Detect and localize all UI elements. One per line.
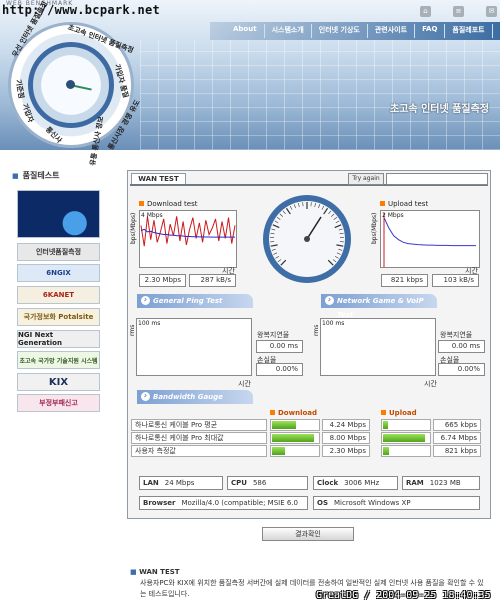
nav-about[interactable]: About [226,24,265,38]
download-bar-value: 8.00 Mbps [322,432,370,444]
earth-banner-image[interactable] [17,190,100,238]
nav-related-sites[interactable]: 관련사이트 [368,24,416,38]
upload-ylabel: bps(Mbps) [371,212,378,244]
sidebar-item-6ngix[interactable]: 6NGIX [17,264,100,282]
upload-series-line [383,217,476,247]
upload-bar-track [381,419,431,431]
download-bar-track [270,445,320,457]
game-top-tick: 100 ms [322,320,345,327]
download-mbps-field: 2.30 Mbps [139,274,186,287]
info-browser: Browser Mozilla/4.0 (compatible; MSIE 6.0 [139,496,308,510]
download-bar-value: 4.24 Mbps [322,419,370,431]
game-xlabel: 시간 [424,380,437,388]
user-timestamp-stamp: GreatDG / 2004-09-25 18:40:35 [316,590,491,601]
bandwidth-row-label: 사용자 측정값 [131,445,267,457]
upload-bar-fill [383,447,389,455]
game-section-header: Network Game & VoIP Test [321,294,437,319]
top-nav: About 시스템소개 인터넷 기상도 관련사이트 FAQ 품질레포트 [226,24,493,38]
upload-title: Upload test [380,200,428,208]
download-top-tick: 4 Mbps [141,212,163,219]
sidebar-title: 품질테스트 [12,170,60,181]
upload-top-tick: 2 Mbps [382,212,404,219]
bandwidth-section-header: Bandwidth Gauge [137,390,253,404]
mail-icon[interactable]: ✉ [486,6,497,17]
download-kbs-field: 287 kB/s [189,274,236,287]
ping-top-tick: 100 ms [138,320,161,327]
status-field [386,173,488,185]
ping-rtt-label: 왕복지연율 [257,331,290,339]
game-loss-field: 0.00% [438,363,485,376]
upload-bar-track [381,445,431,457]
upload-bar-fill [383,434,426,442]
ping-loss-field: 0.00% [256,363,303,376]
download-bar-value: 2.30 Mbps [322,445,370,457]
upload-kbps-field: 821 kbps [381,274,428,287]
game-rtt-field: 0.00 ms [438,340,485,353]
info-clock: Clock 3006 MHz [313,476,398,490]
download-ylabel: bps(Mbps) [130,212,137,244]
sidebar-item-kix-support[interactable]: 초고속 국가망 기술지원 시스템 [17,351,100,369]
bandwidth-download-label: Download [270,409,317,417]
ping-rtt-field: 0.00 ms [256,340,303,353]
header-grid-graphic [140,40,500,150]
ping-xlabel: 시간 [238,380,251,388]
watermark-url: http://www.bcpark.net [2,3,161,17]
home-icon[interactable]: ⌂ [420,6,431,17]
footer-bullet-icon: ■ [130,568,140,576]
result-check-button[interactable]: 결과확인 [262,527,354,541]
gauge-hub [304,236,310,242]
bandwidth-row-label: 하나로통신 케이블 Pro 평균 [131,419,267,431]
bandwidth-row-label: 하나로통신 케이블 Pro 최대값 [131,432,267,444]
info-ram: RAM 1023 MB [402,476,480,490]
download-bar-fill [272,434,315,442]
nav-system-intro[interactable]: 시스템소개 [265,24,312,38]
game-rtt-label: 왕복지연율 [440,331,473,339]
sidebar-item-kix[interactable]: KIX [17,373,100,391]
try-again-button[interactable]: Try again [348,173,384,185]
top-icons: ⌂ ≡ ✉ [420,6,497,17]
download-series-line [140,216,236,247]
sidebar-item-6kanet[interactable]: 6KANET [17,286,100,304]
download-title: Download test [139,200,197,208]
footer-title: ■ WAN TEST [130,568,180,576]
download-bar-fill [272,421,297,429]
dial-hub [66,80,75,89]
info-cpu: CPU 586 [227,476,308,490]
upload-kbs-field: 103 kB/s [432,274,479,287]
sidebar-item-ngi[interactable]: NGI Next Generation [17,330,100,348]
download-bar-track [270,432,320,444]
sitemap-icon[interactable]: ≡ [453,6,464,17]
download-bar-fill [272,447,286,455]
nav-internet-weather[interactable]: 인터넷 기상도 [312,24,368,38]
download-bar-track [270,419,320,431]
upload-bar-value: 665 kbps [433,419,481,431]
brand-title: 초고속 인터넷 품질측정 [390,104,489,115]
bandwidth-upload-label: Upload [381,409,417,417]
upload-bar-track [381,432,431,444]
upload-bar-fill [383,421,388,429]
nav-quality-report[interactable]: 품질레포트 [445,24,493,38]
sidebar-item-quality-test[interactable]: 인터넷품질측정 [17,243,100,261]
sidebar-item-potalsite[interactable]: 국가정보화 Potalsite [17,308,100,326]
upload-bar-value: 6.74 Mbps [433,432,481,444]
nav-faq[interactable]: FAQ [415,24,446,38]
ping-ylabel: rms [129,324,136,336]
sidebar-item-report-corruption[interactable]: 부정부패신고 [17,394,100,412]
upload-bar-value: 821 kbps [433,445,481,457]
info-lan: LAN 24 Mbps [139,476,223,490]
speed-gauge [263,195,351,283]
game-ylabel: rms [313,324,320,336]
info-os: OS Microsoft Windows XP [313,496,480,510]
ping-section-header: General Ping Test [137,294,253,308]
